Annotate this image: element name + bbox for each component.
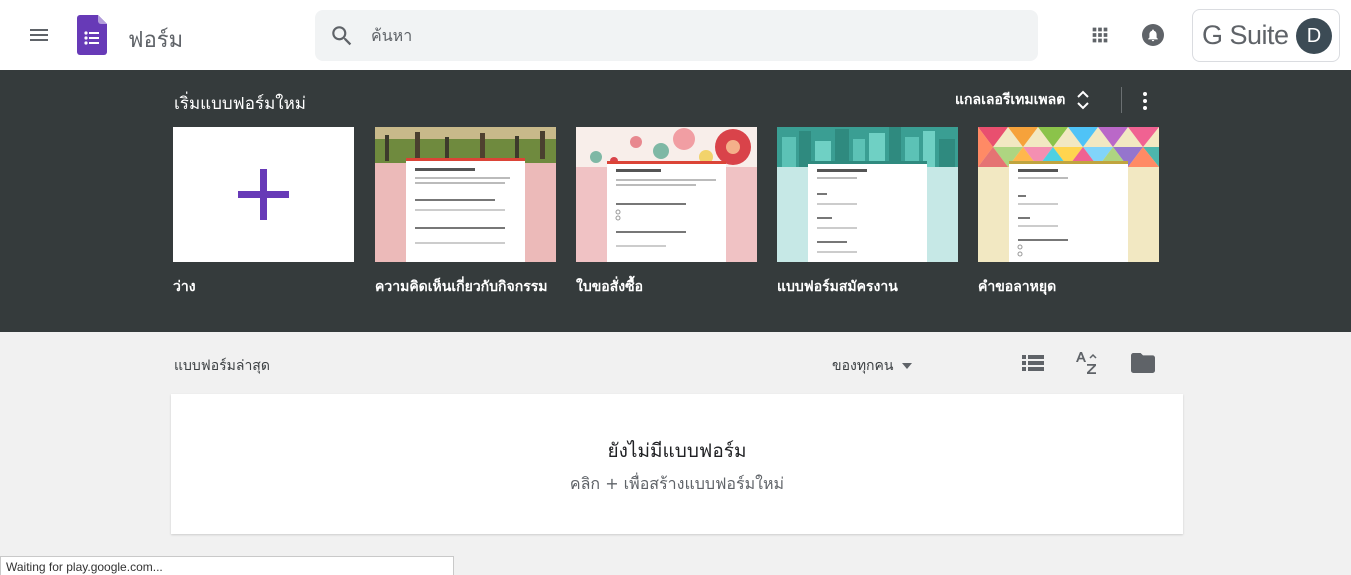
empty-state-title: ยังไม่มีแบบฟอร์ม (607, 440, 747, 462)
main-menu-button[interactable] (19, 15, 59, 55)
more-vert-icon (1143, 92, 1147, 110)
template-label: ความคิดเห็นเกี่ยวกับกิจกรรม (375, 279, 548, 295)
template-event-feedback[interactable]: ความคิดเห็นเกี่ยวกับกิจกรรม (375, 127, 556, 298)
template-preview-image (375, 127, 556, 262)
empty-state-card: ยังไม่มีแบบฟอร์ม คลิก + เพื่อสร้างแบบฟอร… (171, 394, 1183, 534)
gallery-heading: เริ่มแบบฟอร์มใหม่ (174, 94, 306, 114)
open-file-picker-button[interactable] (1128, 348, 1158, 378)
template-gallery: เริ่มแบบฟอร์มใหม่ แกลเลอรีเทมเพลต ว่าง ค… (0, 70, 1351, 332)
template-time-off-request[interactable]: คำขอลาหยุด (978, 127, 1159, 298)
template-thumbnail[interactable] (173, 127, 354, 262)
view-list-icon (1022, 355, 1044, 371)
template-label: ว่าง (173, 279, 196, 295)
template-thumbnail[interactable] (777, 127, 958, 262)
account-switcher[interactable]: G Suite D (1192, 9, 1340, 62)
owner-filter-label: ของทุกคน (832, 358, 894, 374)
template-label: คำขอลาหยุด (978, 279, 1057, 295)
owner-filter-dropdown[interactable]: ของทุกคน (832, 355, 913, 377)
avatar[interactable]: D (1296, 18, 1332, 54)
template-gallery-toggle[interactable]: แกลเลอรีเทมเพลต (955, 88, 1091, 112)
notifications-button[interactable] (1135, 17, 1171, 53)
sort-by-alpha-icon (1076, 352, 1097, 374)
template-job-application[interactable]: แบบฟอร์มสมัครงาน (777, 127, 958, 298)
template-thumbnail[interactable] (978, 127, 1159, 262)
hamburger-menu-icon (30, 29, 48, 41)
template-order-request[interactable]: ใบขอสั่งซื้อ (576, 127, 757, 298)
apps-grid-icon (1092, 27, 1108, 43)
gsuite-logo: G Suite (1202, 20, 1289, 50)
empty-state-subtitle: คลิก + เพื่อสร้างแบบฟอร์มใหม่ (569, 474, 785, 493)
top-app-bar: ฟอร์ม G Suite D (0, 0, 1351, 70)
browser-status-bar: Waiting for play.google.com... (0, 556, 454, 575)
unfold-more-icon (1077, 90, 1090, 110)
template-preview-image (978, 127, 1159, 262)
plus-icon (238, 169, 289, 220)
recent-forms-heading: แบบฟอร์มล่าสุด (174, 358, 270, 374)
template-preview-image (777, 127, 958, 262)
template-preview-image (576, 127, 757, 262)
search-icon[interactable] (329, 23, 355, 49)
list-view-button[interactable] (1018, 348, 1048, 378)
template-label: แบบฟอร์มสมัครงาน (777, 279, 898, 295)
search-input[interactable] (371, 18, 1011, 52)
app-title[interactable]: ฟอร์ม (128, 22, 183, 57)
sort-button[interactable] (1072, 348, 1102, 378)
arrow-drop-down-icon (902, 363, 913, 369)
folder-icon (1131, 353, 1155, 373)
template-thumbnail[interactable] (375, 127, 556, 262)
template-label: ใบขอสั่งซื้อ (576, 279, 643, 295)
template-blank[interactable]: ว่าง (173, 127, 354, 298)
gallery-more-button[interactable] (1134, 88, 1156, 114)
template-thumbnail[interactable] (576, 127, 757, 262)
search-bar[interactable] (315, 10, 1038, 61)
notifications-bell-icon (1142, 24, 1164, 46)
gallery-divider (1121, 87, 1122, 113)
forms-logo-icon[interactable] (77, 15, 107, 55)
template-gallery-label: แกลเลอรีเทมเพลต (955, 92, 1066, 108)
google-apps-button[interactable] (1082, 17, 1118, 53)
